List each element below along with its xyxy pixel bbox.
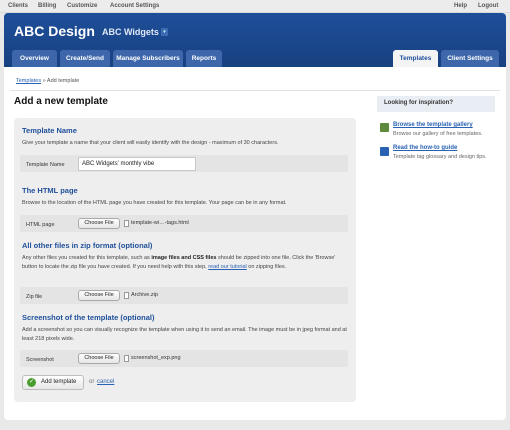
zip-help: Any other files you created for this tem…	[22, 255, 336, 270]
nav-customize[interactable]: Customize	[67, 3, 97, 9]
zip-file-label: Zip file	[26, 294, 43, 300]
nav-logout[interactable]: Logout	[478, 3, 498, 9]
client-switcher-icon[interactable]: ▾	[161, 28, 168, 36]
gallery-icon	[380, 123, 389, 132]
screenshot-heading: Screenshot of the template (optional)	[22, 313, 155, 322]
howto-guide-desc: Template tag glossary and design tips.	[393, 154, 487, 160]
breadcrumb: Templates » Add template	[16, 78, 79, 84]
sidebar-heading: Looking for inspiration?	[384, 100, 453, 106]
screenshot-help: Add a screenshot so you can visually rec…	[22, 327, 347, 342]
add-template-button[interactable]: ✓ Add template	[22, 375, 84, 390]
breadcrumb-separator: »	[42, 78, 46, 84]
add-template-label: Add template	[41, 379, 77, 385]
zip-file-row	[20, 287, 348, 304]
html-page-help: Browse to the location of the HTML page …	[22, 200, 287, 206]
screenshot-row	[20, 350, 348, 367]
divider	[10, 90, 500, 91]
zip-filename: Archive.zip	[131, 292, 158, 298]
template-name-help: Give your template a name that your clie…	[22, 140, 279, 146]
tab-reports[interactable]: Reports	[186, 50, 222, 67]
howto-guide-link[interactable]: Read the how-to guide	[393, 145, 457, 151]
tab-manage-subscribers[interactable]: Manage Subscribers	[113, 50, 183, 67]
client-name[interactable]: ABC Widgets	[102, 27, 159, 37]
nav-help[interactable]: Help	[454, 3, 467, 9]
template-name-input[interactable]: ABC Widgets' monthly vibe	[78, 157, 196, 171]
app-title: ABC Design	[14, 23, 95, 39]
breadcrumb-current: Add template	[46, 78, 80, 84]
cancel-link[interactable]: cancel	[97, 379, 114, 385]
nav-account-settings[interactable]: Account Settings	[110, 3, 159, 9]
screenshot-label: Screenshot	[26, 357, 54, 363]
template-name-label: Template Name	[26, 162, 65, 168]
zip-choose-file-button[interactable]: Choose File	[78, 290, 120, 301]
top-nav: Clients Billing Customize Account Settin…	[0, 0, 510, 13]
tab-create-send[interactable]: Create/Send	[60, 50, 110, 67]
tab-templates[interactable]: Templates	[393, 50, 438, 67]
html-page-label: HTML page	[26, 222, 55, 228]
template-name-heading: Template Name	[22, 126, 77, 135]
html-file-icon	[124, 220, 129, 227]
screenshot-file-icon	[124, 355, 129, 362]
html-page-filename: template-wi…-tags.html	[131, 220, 189, 226]
guide-icon	[380, 147, 389, 156]
breadcrumb-templates-link[interactable]: Templates	[16, 78, 41, 84]
html-page-choose-file-button[interactable]: Choose File	[78, 218, 120, 229]
tab-overview[interactable]: Overview	[12, 50, 57, 67]
nav-clients[interactable]: Clients	[8, 3, 28, 9]
or-text: or	[89, 379, 95, 385]
screenshot-filename: screenshot_exp.png	[131, 355, 181, 361]
browse-gallery-link[interactable]: Browse the template gallery	[393, 122, 473, 128]
checkmark-icon: ✓	[27, 378, 36, 387]
tutorial-link[interactable]: read our tutorial	[208, 264, 247, 270]
browse-gallery-desc: Browse our gallery of free templates.	[393, 131, 483, 137]
zip-heading: All other files in zip format (optional)	[22, 241, 153, 250]
nav-billing[interactable]: Billing	[38, 3, 56, 9]
html-page-heading: The HTML page	[22, 186, 78, 195]
page-title: Add a new template	[14, 96, 108, 107]
zip-file-icon	[124, 292, 129, 299]
app-header: ABC Design ABC Widgets ▾ Overview Create…	[4, 13, 506, 67]
tab-client-settings[interactable]: Client Settings	[441, 50, 499, 67]
screenshot-choose-file-button[interactable]: Choose File	[78, 353, 120, 364]
